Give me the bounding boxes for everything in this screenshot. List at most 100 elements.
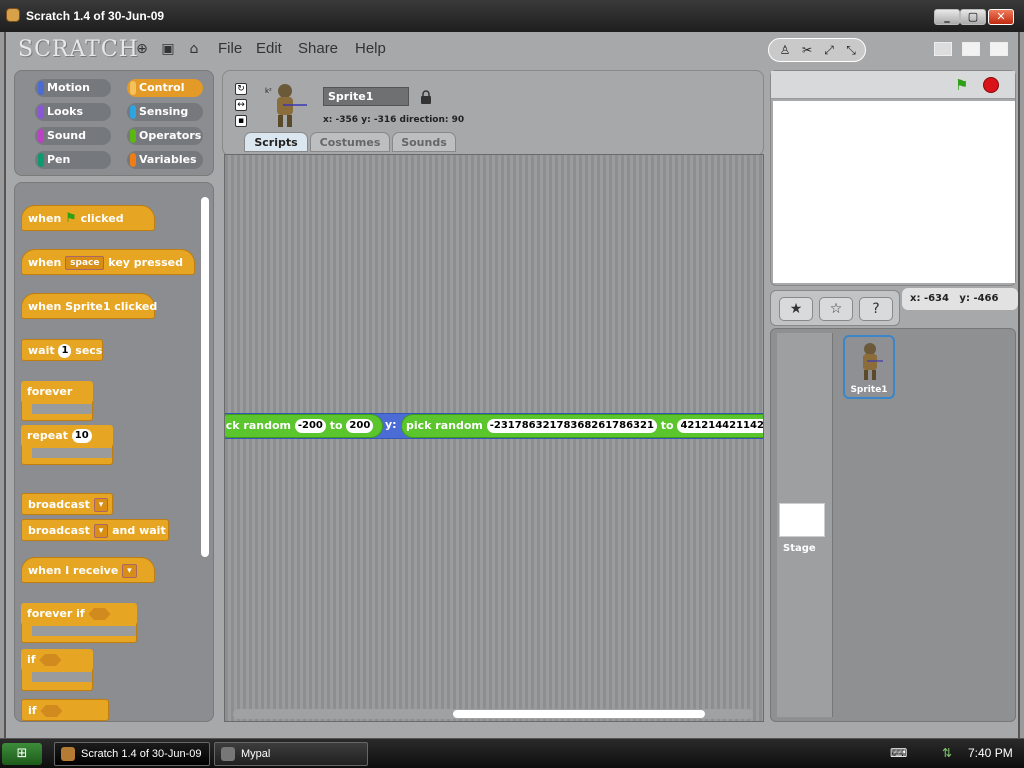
delete-scissors-icon[interactable]: ✂ — [799, 43, 815, 57]
flip-style-icon[interactable]: ↔ — [235, 99, 247, 111]
random-to-input[interactable]: 200 — [346, 419, 374, 433]
save-icon[interactable]: ▣ — [160, 41, 176, 57]
if-slot — [32, 672, 92, 682]
if-block[interactable]: if — [21, 649, 93, 691]
menu-edit[interactable]: Edit — [256, 40, 282, 57]
tab-costumes[interactable]: Costumes — [310, 132, 390, 152]
taskbar-item-mypal[interactable]: Mypal — [214, 742, 368, 766]
tab-scripts[interactable]: Scripts — [244, 132, 308, 152]
keyboard-icon[interactable]: ⌨ — [890, 746, 907, 760]
category-looks[interactable]: Looks — [35, 103, 111, 121]
shrink-icon[interactable]: ⤡ — [843, 43, 859, 57]
forever-label: forever — [21, 381, 93, 403]
forever-if-block[interactable]: forever if — [21, 603, 137, 643]
random-from-input[interactable]: -200 — [294, 419, 326, 433]
go-to-xy-block[interactable]: ick random -200 to 200 y: pick random -2… — [225, 413, 763, 439]
random-from-input[interactable]: -2317863217836826178632​1 — [486, 419, 657, 433]
category-control[interactable]: Control — [127, 79, 203, 97]
paint-new-sprite-icon[interactable]: ★ — [779, 297, 813, 321]
palette-scrollbar[interactable] — [201, 197, 209, 557]
duplicate-stamp-icon[interactable]: ♙ — [777, 43, 793, 57]
category-sound[interactable]: Sound — [35, 127, 111, 145]
key-dropdown[interactable]: space — [65, 256, 105, 270]
maximize-button[interactable]: ▢ — [960, 9, 986, 25]
share-house-icon[interactable]: ⌂ — [186, 41, 202, 57]
small-stage-mode-icon[interactable] — [934, 42, 952, 56]
sprite-name-field[interactable]: Sprite1 — [323, 87, 409, 106]
scrollbar-thumb[interactable] — [453, 710, 705, 718]
grow-icon[interactable]: ⤢ — [821, 43, 837, 57]
globe-icon[interactable]: ⊕ — [134, 41, 150, 57]
pick-random-block[interactable]: ick random -200 to 200 — [225, 414, 383, 438]
category-variables[interactable]: Variables — [127, 151, 203, 169]
title-bar[interactable]: Scratch 1.4 of 30-Jun-09 _ ▢ ✕ — [0, 0, 1024, 32]
to-label: to — [660, 419, 674, 432]
taskbar-item-scratch[interactable]: Scratch 1.4 of 30-Jun-09 — [54, 742, 210, 766]
stage-column: Stage — [777, 333, 833, 717]
close-button[interactable]: ✕ — [988, 9, 1014, 25]
lock-icon[interactable] — [421, 89, 431, 104]
taskbar-item-label: Mypal — [241, 748, 271, 760]
scratch-cat-icon — [61, 747, 75, 761]
no-rotate-icon[interactable]: ▪ — [235, 115, 247, 127]
menu-help[interactable]: Help — [355, 40, 386, 57]
condition-slot[interactable] — [39, 654, 62, 666]
when-key-pressed-block[interactable]: when space key pressed — [21, 249, 195, 275]
and-wait-label: and wait — [112, 524, 166, 537]
minimize-button[interactable]: _ — [934, 9, 960, 25]
window-title: Scratch 1.4 of 30-Jun-09 — [26, 9, 165, 23]
broadcast-dropdown[interactable]: ▾ — [93, 524, 109, 538]
stage-panel: ⚑ — [770, 70, 1016, 286]
repeat-count-input[interactable]: 10 — [71, 429, 92, 443]
wait-secs-block[interactable]: wait 1 secs — [21, 339, 103, 361]
sprite-x-value: -356 — [335, 115, 359, 125]
stop-sign-icon[interactable] — [983, 77, 999, 93]
choose-sprite-from-file-icon[interactable]: ☆ — [819, 297, 853, 321]
scripts-area[interactable]: ick random -200 to 200 y: pick random -2… — [224, 154, 764, 722]
scratch-window: Scratch 1.4 of 30-Jun-09 _ ▢ ✕ SCRATCH ⊕… — [0, 0, 1024, 738]
category-panel: Motion Control Looks Sensing Sound Opera… — [14, 70, 214, 176]
category-sensing[interactable]: Sensing — [127, 103, 203, 121]
condition-slot[interactable] — [88, 608, 111, 620]
repeat-block[interactable]: repeat 10 — [21, 425, 113, 465]
random-to-input[interactable]: 4212144211421 — [677, 419, 763, 433]
broadcast-dropdown[interactable]: ▾ — [93, 498, 109, 512]
when-flag-clicked-block[interactable]: when ⚑ clicked — [21, 205, 155, 231]
surprise-sprite-icon[interactable]: ? — [859, 297, 893, 321]
rotate-style-icon[interactable]: ↻ — [235, 83, 247, 95]
x-label: x: — [323, 115, 333, 125]
start-button[interactable]: ⊞ — [2, 743, 42, 765]
broadcast-and-wait-block[interactable]: broadcast ▾ and wait — [21, 519, 169, 541]
condition-slot[interactable] — [40, 705, 63, 717]
if-else-block[interactable]: if — [21, 699, 109, 721]
network-icon[interactable]: ⇅ — [942, 746, 952, 760]
message-dropdown[interactable]: ▾ — [122, 564, 137, 578]
repeat-slot — [32, 448, 112, 458]
wait-value-input[interactable]: 1 — [58, 344, 72, 358]
key-pressed-label: key pressed — [108, 256, 183, 269]
repeat-header: repeat 10 — [21, 425, 113, 447]
when-i-receive-block[interactable]: when I receive ▾ — [21, 557, 155, 583]
forever-block[interactable]: forever — [21, 381, 93, 421]
forever-if-header: forever if — [21, 603, 137, 625]
stage-canvas[interactable] — [773, 101, 1015, 283]
normal-mode-icon[interactable] — [962, 42, 980, 56]
menu-file[interactable]: File — [218, 40, 242, 57]
broadcast-block[interactable]: broadcast ▾ — [21, 493, 113, 515]
menu-share[interactable]: Share — [298, 40, 338, 57]
sprite-thumbnail[interactable]: Sprite1 — [843, 335, 895, 399]
category-pen[interactable]: Pen — [35, 151, 111, 169]
category-motion[interactable]: Motion — [35, 79, 111, 97]
category-operators[interactable]: Operators — [127, 127, 203, 145]
stage-thumbnail[interactable] — [779, 503, 825, 537]
green-flag-icon[interactable]: ⚑ — [955, 77, 973, 93]
tab-sounds[interactable]: Sounds — [392, 132, 456, 152]
when-sprite-clicked-block[interactable]: when Sprite1 clicked — [21, 293, 157, 319]
clock[interactable]: 7:40 PM — [968, 746, 1013, 760]
mouse-y-label: y: — [959, 293, 970, 304]
mouse-x-label: x: — [910, 293, 921, 304]
pick-random-block[interactable]: pick random -2317863217836826178632​1 to… — [401, 414, 763, 438]
if-label: if — [27, 653, 36, 666]
scripts-horizontal-scrollbar[interactable] — [233, 709, 753, 719]
presentation-mode-icon[interactable] — [990, 42, 1008, 56]
